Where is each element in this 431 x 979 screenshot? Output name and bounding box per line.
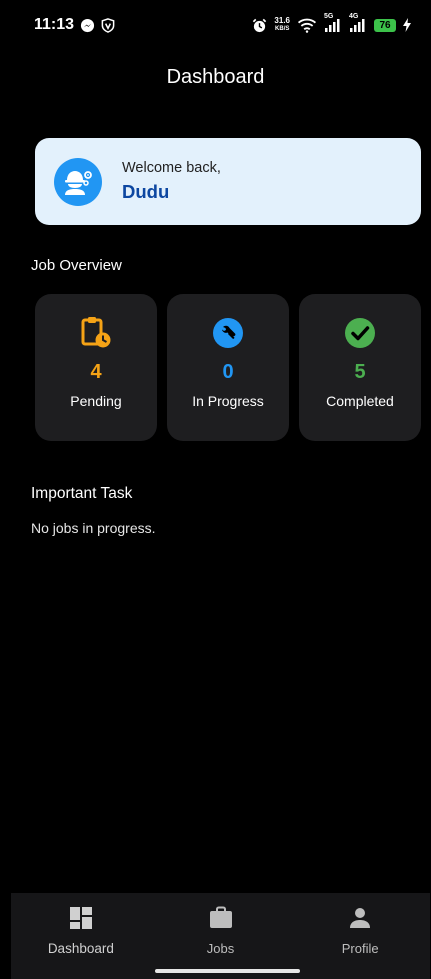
nav-label-jobs: Jobs — [206, 941, 235, 956]
clipboard-clock-icon — [81, 316, 111, 350]
nav-label-profile: Profile — [341, 941, 379, 956]
charging-bolt-icon — [403, 18, 411, 32]
status-left: 11:13 — [34, 16, 115, 34]
dashboard-icon — [69, 906, 93, 935]
completed-count: 5 — [354, 361, 366, 383]
pending-label: Pending — [70, 393, 122, 409]
battery-indicator: 76 — [374, 18, 396, 32]
nav-label-dashboard: Dashboard — [47, 941, 114, 956]
signal-icon-sim1: 5G — [324, 13, 342, 32]
in-progress-label: In Progress — [192, 393, 264, 409]
app-screen: 11:13 31.6 KB/S 5G 4G 76 Dashboard Welco… — [0, 0, 431, 979]
completed-card[interactable]: 5 Completed — [299, 294, 421, 441]
pending-card[interactable]: 4 Pending — [35, 294, 157, 441]
person-icon — [348, 906, 372, 935]
pending-count: 4 — [90, 361, 102, 383]
important-task-title: Important Task — [31, 485, 133, 502]
page-title: Dashboard — [166, 66, 265, 88]
wifi-icon — [297, 18, 317, 33]
in-progress-card[interactable]: 0 In Progress — [167, 294, 289, 441]
job-overview-title: Job Overview — [31, 257, 122, 274]
status-bar: 11:13 31.6 KB/S 5G 4G 76 — [0, 0, 431, 50]
home-indicator[interactable] — [155, 969, 300, 973]
nav-item-profile[interactable]: Profile — [290, 893, 430, 979]
net-speed: 31.6 KB/S — [274, 17, 290, 33]
nav-item-jobs[interactable]: Jobs — [151, 893, 291, 979]
welcome-greeting: Welcome back, — [122, 160, 221, 176]
in-progress-count: 0 — [222, 361, 234, 383]
bottom-navigation: Dashboard Jobs Profile — [11, 893, 430, 979]
sim2-label: 4G — [349, 13, 359, 20]
wrench-circle-icon — [212, 316, 244, 350]
user-name: Dudu — [122, 181, 170, 202]
status-time: 11:13 — [34, 16, 75, 33]
messenger-icon — [80, 18, 95, 33]
check-circle-icon — [344, 316, 376, 350]
welcome-card: Welcome back, Dudu — [35, 138, 421, 225]
alarm-icon — [252, 18, 267, 33]
engineer-worker-icon — [54, 157, 102, 206]
vpn-shield-icon — [101, 17, 115, 33]
no-jobs-message: No jobs in progress. — [31, 520, 156, 536]
nav-item-dashboard[interactable]: Dashboard — [11, 893, 151, 979]
sim1-label: 5G — [324, 13, 334, 20]
completed-label: Completed — [326, 393, 394, 409]
briefcase-icon — [209, 906, 233, 935]
net-speed-unit: KB/S — [275, 26, 290, 32]
welcome-texts: Welcome back, Dudu — [122, 160, 221, 203]
net-speed-value: 31.6 — [274, 16, 290, 25]
status-right: 31.6 KB/S 5G 4G 76 — [252, 13, 411, 33]
signal-icon-sim2: 4G — [349, 13, 367, 32]
